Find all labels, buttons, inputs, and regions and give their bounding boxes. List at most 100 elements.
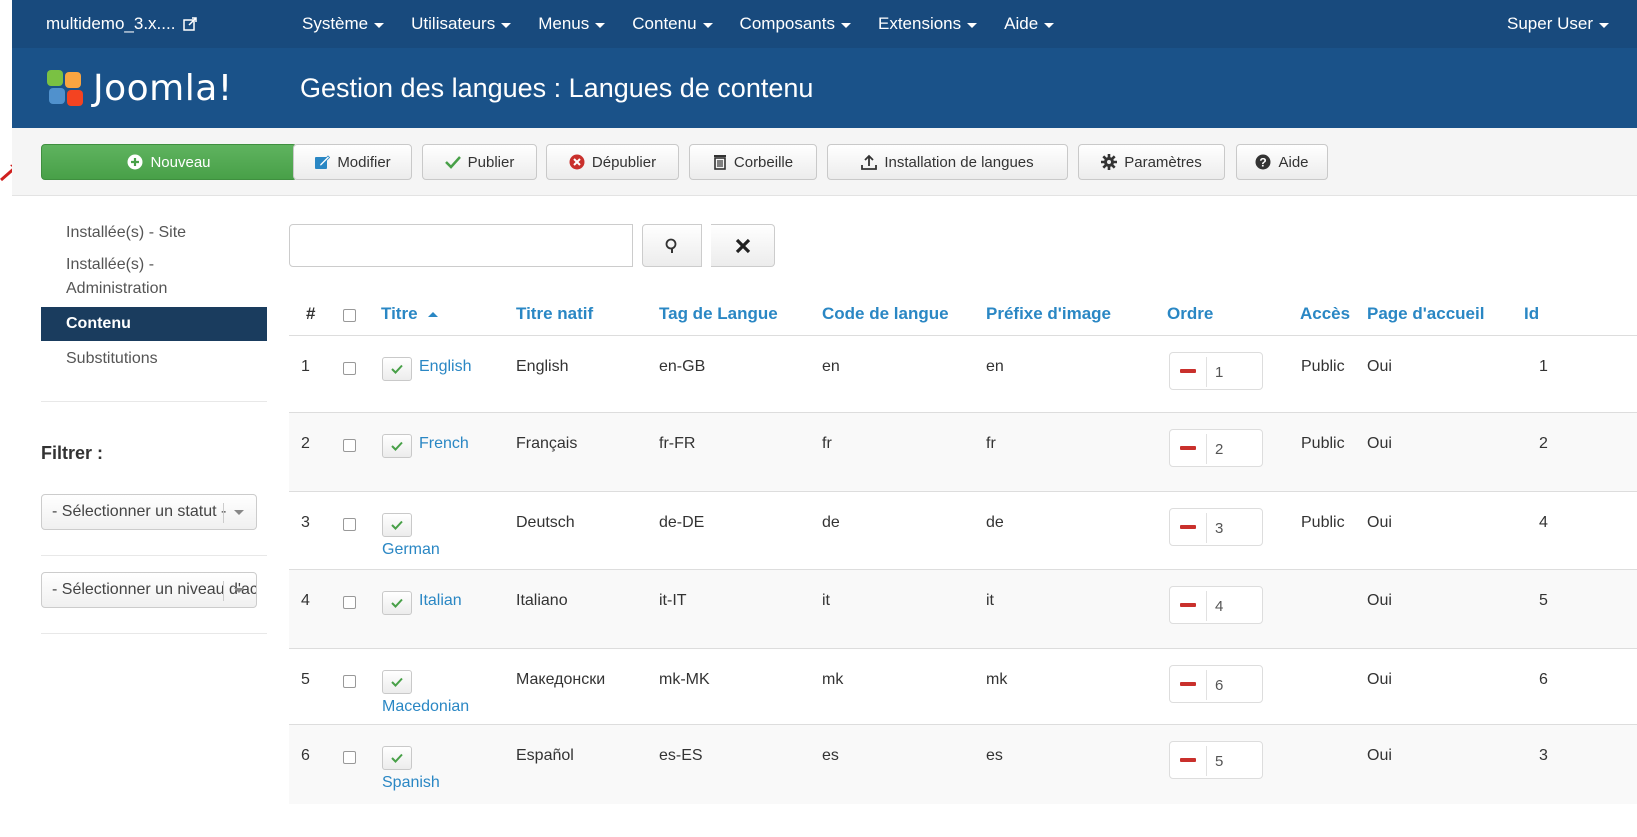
logo-text: Joomla! (93, 67, 233, 109)
sidebar-item-overrides[interactable]: Substitutions (41, 341, 267, 377)
site-link[interactable]: multidemo_3.x.... (12, 14, 302, 34)
header-native-title[interactable]: Titre natif (516, 304, 593, 324)
select-all-checkbox[interactable] (343, 309, 356, 322)
row-checkbox[interactable] (343, 751, 356, 764)
published-toggle[interactable] (382, 591, 412, 615)
sidebar-item-content[interactable]: Contenu (41, 307, 267, 341)
language-id: 6 (1539, 671, 1548, 688)
trash-button-label: Corbeille (733, 153, 794, 171)
row-checkbox[interactable] (343, 362, 356, 375)
header: Joomla! Gestion des langues : Langues de… (12, 48, 1637, 128)
language-code: it (822, 592, 830, 609)
clear-search-button[interactable] (711, 224, 775, 267)
row-checkbox[interactable] (343, 439, 356, 452)
language-title-link[interactable]: Italian (419, 592, 462, 610)
edit-button[interactable]: Modifier (293, 144, 412, 180)
caret-down-icon (595, 22, 606, 28)
ordering-value: 5 (1215, 753, 1224, 770)
search-button[interactable] (642, 224, 702, 267)
header-num: # (306, 304, 316, 323)
access-level: Public (1301, 514, 1345, 531)
main-menu: Système Utilisateurs Menus Contenu Compo… (302, 14, 1081, 34)
sidebar-item-installed-site[interactable]: Installée(s) - Site (41, 215, 267, 251)
upload-icon (861, 154, 878, 170)
search-input[interactable] (289, 224, 633, 267)
homepage: Oui (1367, 358, 1392, 375)
header-image-prefix[interactable]: Préfixe d'image (986, 304, 1111, 324)
table-row: 5 Macedonian Македонски mk-MK mk mk 6 Ou… (289, 648, 1637, 724)
table-row: 3 German Deutsch de-DE de de 3 Public Ou… (289, 491, 1637, 569)
header-language-code[interactable]: Code de langue (822, 304, 949, 324)
ordering-control[interactable]: 1 (1169, 352, 1263, 390)
help-button-label: Aide (1278, 153, 1309, 171)
site-name: multidemo_3.x.... (46, 14, 176, 33)
new-button[interactable]: Nouveau (41, 144, 297, 180)
native-title: Македонски (516, 671, 606, 688)
language-tag: it-IT (659, 592, 687, 609)
language-code: es (822, 747, 839, 764)
joomla-logo[interactable]: Joomla! (12, 68, 300, 109)
native-title: Deutsch (516, 514, 575, 531)
row-num: 6 (301, 747, 310, 764)
install-languages-button[interactable]: Installation de langues (827, 144, 1068, 180)
row-checkbox[interactable] (343, 596, 356, 609)
header-home[interactable]: Page d'accueil (1367, 304, 1484, 324)
published-toggle[interactable] (382, 357, 412, 381)
table-row: 6 Spanish Español es-ES es es 5 Oui 3 (289, 724, 1637, 804)
filter-label: Filtrer : (41, 443, 104, 463)
published-toggle[interactable] (382, 434, 412, 458)
row-checkbox[interactable] (343, 675, 356, 688)
language-title-link[interactable]: English (419, 358, 471, 376)
ordering-value: 4 (1215, 598, 1224, 615)
access-level: Public (1301, 358, 1345, 375)
menu-label: Utilisateurs (411, 14, 496, 33)
caret-down-icon (374, 22, 385, 28)
ordering-control[interactable]: 6 (1169, 665, 1263, 703)
header-language-tag[interactable]: Tag de Langue (659, 304, 778, 324)
menu-menus[interactable]: Menus (538, 14, 606, 34)
published-toggle[interactable] (382, 670, 412, 694)
top-navbar: multidemo_3.x.... Système Utilisateurs M… (12, 0, 1637, 48)
homepage: Oui (1367, 514, 1392, 531)
menu-aide[interactable]: Aide (1004, 14, 1055, 34)
menu-composants[interactable]: Composants (740, 14, 851, 34)
header-ordering[interactable]: Ordre (1167, 304, 1213, 324)
sort-asc-icon (428, 312, 439, 318)
language-title-link[interactable]: Spanish (382, 774, 440, 792)
sidebar-item-installed-admin[interactable]: Installée(s) - Administration (41, 251, 267, 307)
published-toggle[interactable] (382, 746, 412, 770)
language-title-link[interactable]: German (382, 541, 440, 559)
row-num: 1 (301, 358, 310, 375)
language-title-link[interactable]: French (419, 435, 469, 453)
menu-contenu[interactable]: Contenu (632, 14, 713, 34)
language-tag: de-DE (659, 514, 705, 531)
caret-down-icon (1044, 22, 1055, 28)
image-prefix: mk (986, 671, 1008, 688)
header-id[interactable]: Id (1524, 304, 1539, 324)
menu-extensions[interactable]: Extensions (878, 14, 978, 34)
options-button[interactable]: Paramètres (1078, 144, 1225, 180)
ordering-control[interactable]: 4 (1169, 586, 1263, 624)
ordering-value: 2 (1215, 441, 1224, 458)
language-title-link[interactable]: Macedonian (382, 698, 469, 716)
caret-down-icon (234, 588, 244, 593)
header-title[interactable]: Titre (381, 304, 439, 324)
install-languages-button-label: Installation de langues (884, 153, 1034, 171)
published-toggle[interactable] (382, 513, 412, 537)
check-icon (391, 598, 403, 608)
menu-utilisateurs[interactable]: Utilisateurs (411, 14, 512, 34)
ordering-control[interactable]: 3 (1169, 508, 1263, 546)
publish-button[interactable]: Publier (422, 144, 537, 180)
trash-button[interactable]: Corbeille (689, 144, 817, 180)
status-filter-select[interactable]: - Sélectionner un statut - (41, 494, 257, 530)
help-button[interactable]: ? Aide (1236, 144, 1328, 180)
unpublish-button[interactable]: Dépublier (546, 144, 679, 180)
user-menu[interactable]: Super User (1507, 14, 1609, 34)
check-icon (391, 677, 403, 687)
ordering-control[interactable]: 2 (1169, 429, 1263, 467)
menu-systeme[interactable]: Système (302, 14, 385, 34)
ordering-control[interactable]: 5 (1169, 741, 1263, 779)
header-access[interactable]: Accès (1300, 304, 1350, 324)
row-checkbox[interactable] (343, 518, 356, 531)
access-filter-select[interactable]: - Sélectionner un niveau d'accès - (41, 572, 257, 608)
